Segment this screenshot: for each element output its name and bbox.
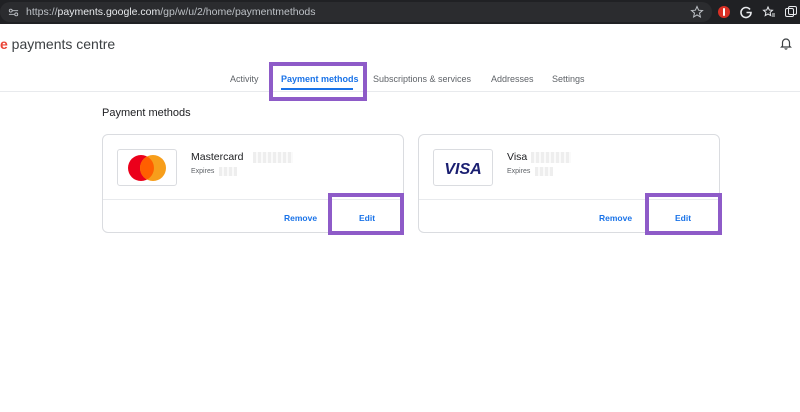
nav-tabs: Activity Payment methods Subscriptions &… xyxy=(0,64,800,92)
card-expires-label: Expires xyxy=(191,168,215,175)
url-path: /gp/w/u/2/home/paymentmethods xyxy=(160,6,316,18)
edit-highlight-box xyxy=(645,193,722,235)
card-expiry-redacted xyxy=(219,167,237,176)
url-scheme: https:// xyxy=(26,6,58,18)
visa-logo: VISA xyxy=(433,149,493,186)
remove-button[interactable]: Remove xyxy=(599,213,632,223)
bookmark-star-icon[interactable] xyxy=(690,5,704,19)
section-title: Payment methods xyxy=(102,107,191,119)
card-number-redacted xyxy=(531,152,571,163)
brand-title: e payments centre xyxy=(0,36,115,52)
url-host: payments.google.com xyxy=(57,6,161,18)
tab-settings[interactable]: Settings xyxy=(552,74,585,84)
card-name: Visa xyxy=(507,151,528,163)
card-number-redacted xyxy=(253,152,293,163)
tab-highlight-box xyxy=(269,62,367,101)
tab-addresses[interactable]: Addresses xyxy=(491,74,534,84)
tab-subscriptions-services[interactable]: Subscriptions & services xyxy=(373,74,471,84)
collections-icon[interactable] xyxy=(783,4,799,20)
card-expiry-redacted xyxy=(535,167,553,176)
mastercard-logo xyxy=(117,149,177,186)
card-name: Mastercard xyxy=(191,151,244,163)
remove-button[interactable]: Remove xyxy=(284,213,317,223)
tab-activity[interactable]: Activity xyxy=(230,74,259,84)
notifications-bell-icon[interactable] xyxy=(779,36,793,50)
visa-logo-text: VISA xyxy=(444,161,481,178)
card-expires-label: Expires xyxy=(507,168,531,175)
extension-red-icon[interactable] xyxy=(716,4,732,20)
edit-highlight-box xyxy=(328,193,404,235)
url-text: https://payments.google.com/gp/w/u/2/hom… xyxy=(26,6,316,18)
site-info-icon[interactable] xyxy=(6,5,20,19)
favorites-icon[interactable] xyxy=(761,4,777,20)
brand-text: payments centre xyxy=(7,36,116,52)
address-bar[interactable]: https://payments.google.com/gp/w/u/2/hom… xyxy=(0,2,712,22)
extension-g-icon[interactable] xyxy=(738,4,754,20)
browser-toolbar: https://payments.google.com/gp/w/u/2/hom… xyxy=(0,0,800,24)
brand-letter: e xyxy=(0,36,8,52)
